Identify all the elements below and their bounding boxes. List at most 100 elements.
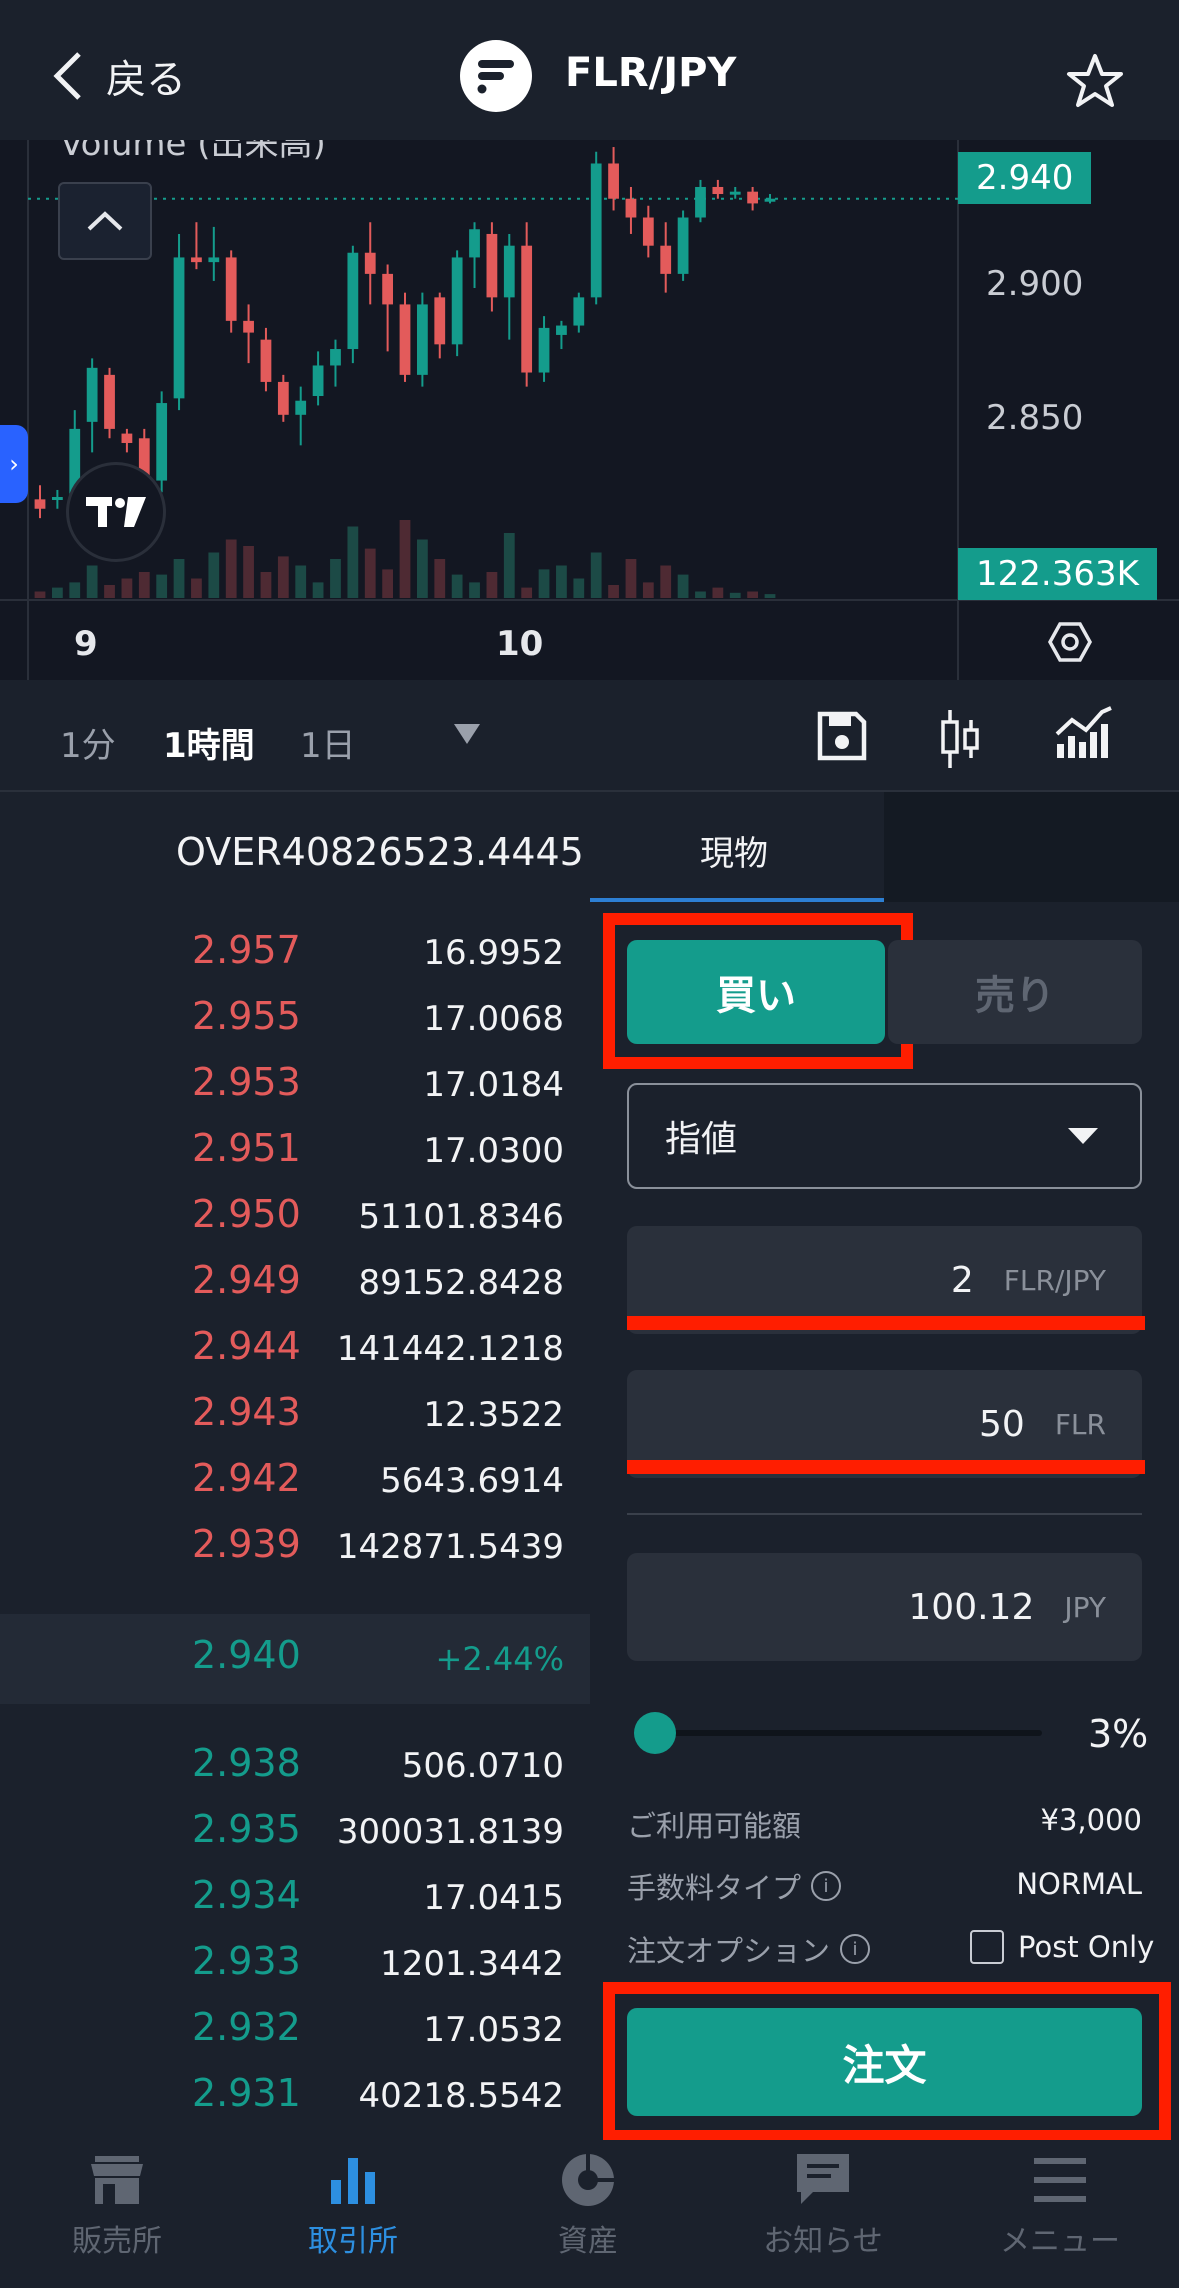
slider-handle[interactable] — [634, 1712, 676, 1754]
candle-body — [451, 257, 463, 345]
ask-price[interactable]: 2.949 — [192, 1258, 301, 1302]
available-label-text: ご利用可能額 — [627, 1809, 802, 1843]
candle-body — [104, 374, 115, 429]
ask-quantity[interactable]: 17.0184 — [423, 1065, 564, 1105]
volume-bar — [451, 574, 463, 598]
volume-bar — [34, 591, 46, 598]
bid-quantity[interactable]: 17.0532 — [423, 2010, 564, 2050]
volume-bar — [434, 559, 446, 598]
order-type-select[interactable]: 指値 — [627, 1083, 1142, 1189]
ask-price[interactable]: 2.951 — [192, 1126, 301, 1170]
price-chart[interactable]: Volume (出来高) › 2.940 122.363K 2.900 2.85… — [0, 140, 1179, 680]
post-only-option[interactable]: Post Only — [970, 1930, 1154, 1964]
volume-bar — [330, 559, 341, 598]
nav-news[interactable]: お知らせ — [723, 2150, 923, 2260]
timeframe-1d[interactable]: 1日 — [300, 718, 356, 767]
ask-price[interactable]: 2.942 — [192, 1456, 301, 1500]
ask-quantity[interactable]: 5643.6914 — [380, 1461, 564, 1501]
bid-quantity[interactable]: 40218.5542 — [359, 2076, 565, 2116]
volume-bar — [625, 559, 637, 598]
volume-bar — [695, 591, 706, 598]
bid-price[interactable]: 2.932 — [192, 2005, 301, 2049]
bid-quantity[interactable]: 300031.8139 — [337, 1812, 564, 1852]
candle-body — [469, 229, 480, 258]
flare-logo-icon — [460, 40, 532, 112]
indicators-icon[interactable] — [1054, 706, 1114, 760]
submit-order-button[interactable]: 注文 — [627, 2008, 1142, 2116]
candle-body — [729, 191, 741, 195]
candle-body — [399, 304, 411, 375]
ask-price[interactable]: 2.955 — [192, 994, 301, 1038]
back-button[interactable]: 戻る — [48, 36, 186, 116]
buy-button[interactable]: 買い — [627, 940, 885, 1044]
bid-quantity[interactable]: 506.0710 — [402, 1746, 564, 1786]
store-icon — [91, 2156, 143, 2204]
timeframe-1h[interactable]: 1時間 — [163, 718, 255, 767]
candle-body — [260, 339, 272, 382]
ask-quantity[interactable]: 142871.5439 — [337, 1527, 564, 1567]
slider-percent: 3% — [1088, 1712, 1149, 1756]
candle-body — [191, 257, 202, 263]
total-unit: JPY — [1064, 1590, 1106, 1624]
total-field[interactable]: 100.12 JPY — [627, 1553, 1142, 1661]
info-icon[interactable]: i — [811, 1871, 842, 1901]
ask-price[interactable]: 2.944 — [192, 1324, 301, 1368]
ask-price[interactable]: 2.953 — [192, 1060, 301, 1104]
candlestick-type-icon[interactable] — [938, 708, 982, 770]
chart-settings-icon[interactable] — [1048, 620, 1092, 664]
tab-spot-label: 現物 — [700, 834, 768, 874]
nav-exchange-label: 取引所 — [308, 2224, 398, 2259]
side-panel-toggle[interactable]: › — [0, 425, 28, 503]
dropdown-arrow-icon — [1068, 1128, 1098, 1144]
info-icon[interactable]: i — [840, 1934, 871, 1964]
pie-chart-icon — [562, 2152, 618, 2206]
volume-bar — [295, 565, 307, 598]
volume-bar — [538, 569, 550, 598]
ask-quantity[interactable]: 12.3522 — [423, 1395, 564, 1435]
nav-menu[interactable]: メニュー — [960, 2150, 1160, 2260]
volume-bar — [642, 582, 654, 598]
bid-price[interactable]: 2.935 — [192, 1807, 301, 1851]
bid-quantity[interactable]: 1201.3442 — [380, 1944, 564, 1984]
bid-price[interactable]: 2.933 — [192, 1939, 301, 1983]
ask-quantity[interactable]: 89152.8428 — [359, 1263, 565, 1303]
candle-body — [121, 433, 133, 443]
price-unit: FLR/JPY — [1003, 1263, 1106, 1297]
nav-assets[interactable]: 資産 — [488, 2150, 688, 2260]
ask-price[interactable]: 2.957 — [192, 928, 301, 972]
bid-price[interactable]: 2.938 — [192, 1741, 301, 1785]
ask-quantity[interactable]: 51101.8346 — [359, 1197, 565, 1237]
volume-bar — [364, 548, 376, 598]
price-value: 2 — [950, 1259, 974, 1301]
save-icon[interactable] — [816, 710, 868, 762]
bid-quantity[interactable]: 17.0415 — [423, 1878, 564, 1918]
collapse-button[interactable] — [58, 182, 152, 260]
amount-slider[interactable] — [642, 1730, 1042, 1736]
timeframe-1m[interactable]: 1分 — [60, 718, 116, 767]
nav-exchange[interactable]: 取引所 — [253, 2150, 453, 2260]
star-icon[interactable] — [1065, 52, 1125, 112]
ask-quantity[interactable]: 16.9952 — [423, 933, 564, 973]
bid-price[interactable]: 2.934 — [192, 1873, 301, 1917]
candle-body — [695, 186, 706, 218]
bid-price[interactable]: 2.931 — [192, 2071, 301, 2115]
ask-quantity[interactable]: 17.0300 — [423, 1131, 564, 1171]
available-label: ご利用可能額 — [627, 1803, 801, 1845]
volume-bar — [608, 585, 619, 598]
price-highlight — [627, 1316, 1145, 1330]
ask-price[interactable]: 2.939 — [192, 1522, 301, 1566]
volume-bar — [69, 582, 81, 598]
volume-bar — [121, 578, 133, 598]
post-only-checkbox[interactable] — [970, 1930, 1004, 1964]
ask-price[interactable]: 2.943 — [192, 1390, 301, 1434]
price-change: +2.44% — [435, 1640, 564, 1678]
ask-price[interactable]: 2.950 — [192, 1192, 301, 1236]
ask-quantity[interactable]: 141442.1218 — [337, 1329, 564, 1369]
ask-quantity[interactable]: 17.0068 — [423, 999, 564, 1039]
timeframe-dropdown-icon[interactable] — [452, 722, 482, 746]
post-only-label: Post Only — [1018, 1930, 1155, 1964]
volume-bar — [556, 565, 567, 598]
sell-button[interactable]: 売り — [888, 940, 1142, 1044]
candle-body — [573, 297, 585, 326]
nav-shop[interactable]: 販売所 — [17, 2150, 217, 2260]
